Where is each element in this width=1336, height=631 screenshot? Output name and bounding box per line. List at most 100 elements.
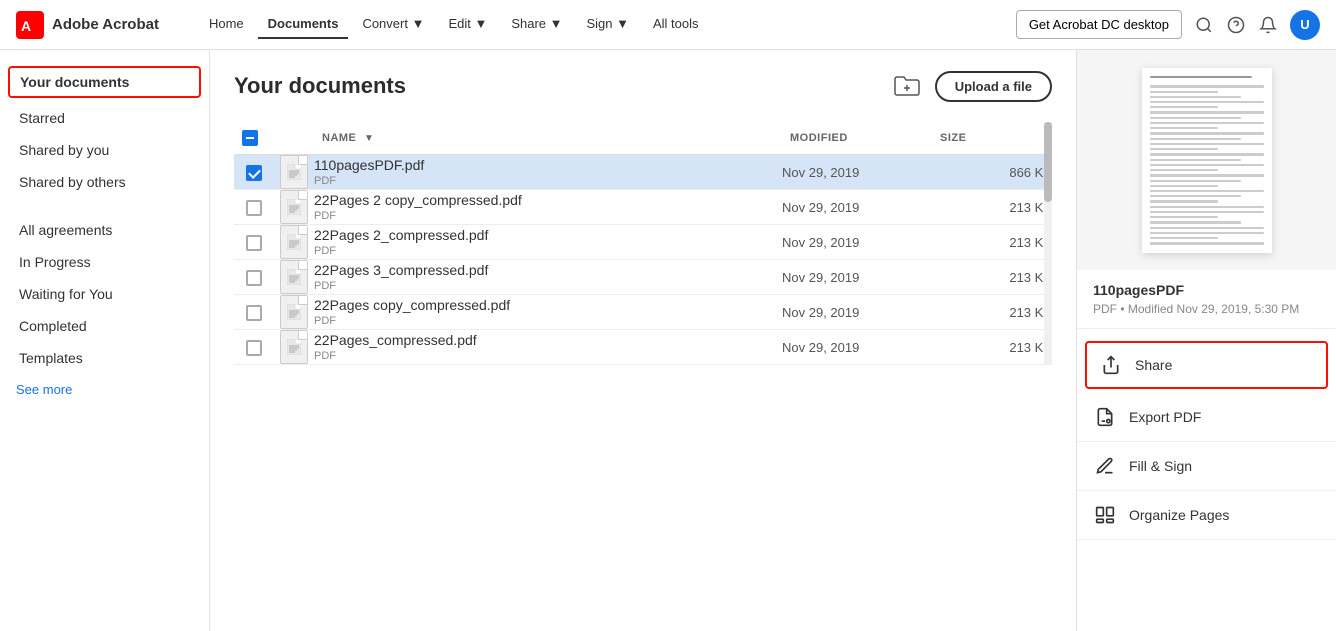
nav-all-tools[interactable]: All tools — [643, 10, 709, 39]
file-size-4: 213 KB — [932, 295, 1052, 330]
file-icon-1 — [280, 190, 308, 224]
file-modified-3: Nov 29, 2019 — [782, 260, 932, 295]
sidebar-item-in-progress[interactable]: In Progress — [0, 246, 209, 278]
sidebar-item-waiting-for-you[interactable]: Waiting for You — [0, 278, 209, 310]
panel-action-share[interactable]: Share — [1085, 341, 1328, 389]
document-table-container: NAME ▼ MODIFIED SIZE — [234, 122, 1052, 365]
row-checkbox-2[interactable] — [246, 235, 262, 251]
sidebar: Your documents Starred Shared by you Sha… — [0, 50, 210, 631]
nav-home[interactable]: Home — [199, 10, 254, 39]
select-all-header[interactable] — [234, 122, 274, 155]
file-type-3: PDF — [314, 280, 782, 292]
file-modified-0: Nov 29, 2019 — [782, 155, 932, 190]
column-modified-header[interactable]: MODIFIED — [782, 122, 932, 155]
table-row[interactable]: 22Pages 2 copy_compressed.pdf PDF Nov 29… — [234, 190, 1052, 225]
file-info: 110pagesPDF PDF • Modified Nov 29, 2019,… — [1077, 270, 1336, 329]
user-avatar[interactable]: U — [1290, 10, 1320, 40]
file-modified-5: Nov 29, 2019 — [782, 330, 932, 365]
file-icon-4 — [280, 295, 308, 329]
file-name-5: 22Pages_compressed.pdf — [314, 332, 782, 348]
file-modified-4: Nov 29, 2019 — [782, 295, 932, 330]
table-row[interactable]: 22Pages 3_compressed.pdf PDF Nov 29, 201… — [234, 260, 1052, 295]
right-panel: 110pagesPDF PDF • Modified Nov 29, 2019,… — [1076, 50, 1336, 631]
nav-edit[interactable]: Edit ▼ — [438, 10, 497, 39]
sidebar-item-completed[interactable]: Completed — [0, 310, 209, 342]
sidebar-item-your-documents[interactable]: Your documents — [8, 66, 201, 98]
nav-right: Get Acrobat DC desktop U — [1016, 10, 1320, 40]
fill-sign-icon — [1093, 454, 1117, 478]
content-header: Your documents Upload a file — [234, 70, 1052, 102]
file-name-4: 22Pages copy_compressed.pdf — [314, 297, 782, 313]
file-size-2: 213 KB — [932, 225, 1052, 260]
file-modified-1: Nov 29, 2019 — [782, 190, 932, 225]
main-nav: Home Documents Convert ▼ Edit ▼ Share ▼ … — [199, 10, 992, 39]
file-icon-5 — [280, 330, 308, 364]
selected-file-name: 110pagesPDF — [1093, 282, 1320, 298]
page-title: Your documents — [234, 73, 406, 99]
row-checkbox-1[interactable] — [246, 200, 262, 216]
row-checkbox-0[interactable] — [246, 165, 262, 181]
bell-icon[interactable] — [1258, 15, 1278, 35]
content-area: Your documents Upload a file — [210, 50, 1076, 631]
panel-action-fill-sign[interactable]: Fill & Sign — [1077, 442, 1336, 491]
sidebar-item-starred[interactable]: Starred — [0, 102, 209, 134]
header-actions: Upload a file — [891, 70, 1052, 102]
logo-area[interactable]: A Adobe Acrobat — [16, 11, 159, 39]
upload-file-button[interactable]: Upload a file — [935, 71, 1052, 102]
sidebar-see-more[interactable]: See more — [0, 374, 209, 405]
select-all-checkbox[interactable] — [242, 130, 258, 146]
logo-text: Adobe Acrobat — [52, 16, 159, 33]
row-checkbox-3[interactable] — [246, 270, 262, 286]
nav-sign[interactable]: Sign ▼ — [577, 10, 640, 39]
file-preview-area — [1077, 50, 1336, 270]
column-size-header[interactable]: SIZE — [932, 122, 1052, 155]
file-type-4: PDF — [314, 315, 782, 327]
selected-file-meta: PDF • Modified Nov 29, 2019, 5:30 PM — [1093, 302, 1320, 316]
organize-pages-icon — [1093, 503, 1117, 527]
file-size-0: 866 KB — [932, 155, 1052, 190]
file-size-1: 213 KB — [932, 190, 1052, 225]
panel-actions: Share Export PDF — [1077, 329, 1336, 548]
nav-convert[interactable]: Convert ▼ — [352, 10, 434, 39]
table-row[interactable]: 22Pages_compressed.pdf PDF Nov 29, 2019 … — [234, 330, 1052, 365]
row-checkbox-5[interactable] — [246, 340, 262, 356]
svg-text:A: A — [21, 18, 31, 34]
panel-action-export-pdf[interactable]: Export PDF — [1077, 393, 1336, 442]
share-icon — [1099, 353, 1123, 377]
table-row[interactable]: 22Pages 2_compressed.pdf PDF Nov 29, 201… — [234, 225, 1052, 260]
table-row[interactable]: 22Pages copy_compressed.pdf PDF Nov 29, … — [234, 295, 1052, 330]
nav-documents[interactable]: Documents — [258, 10, 349, 39]
scrollbar-track[interactable] — [1044, 122, 1052, 365]
file-size-3: 213 KB — [932, 260, 1052, 295]
organize-pages-label: Organize Pages — [1129, 507, 1229, 523]
file-name-3: 22Pages 3_compressed.pdf — [314, 262, 782, 278]
get-acrobat-button[interactable]: Get Acrobat DC desktop — [1016, 10, 1182, 39]
table-row[interactable]: 110pagesPDF.pdf PDF Nov 29, 2019 866 KB — [234, 155, 1052, 190]
export-pdf-label: Export PDF — [1129, 409, 1201, 425]
file-icon-3 — [280, 260, 308, 294]
file-type-0: PDF — [314, 175, 782, 187]
file-type-1: PDF — [314, 210, 782, 222]
file-type-5: PDF — [314, 350, 782, 362]
file-preview-doc — [1142, 68, 1272, 253]
help-icon[interactable] — [1226, 15, 1246, 35]
top-nav: A Adobe Acrobat Home Documents Convert ▼… — [0, 0, 1336, 50]
row-checkbox-4[interactable] — [246, 305, 262, 321]
main-layout: Your documents Starred Shared by you Sha… — [0, 50, 1336, 631]
file-name-0: 110pagesPDF.pdf — [314, 157, 782, 173]
sidebar-item-shared-by-you[interactable]: Shared by you — [0, 134, 209, 166]
sidebar-item-templates[interactable]: Templates — [0, 342, 209, 374]
acrobat-logo-icon: A — [16, 11, 44, 39]
column-name-header[interactable]: NAME ▼ — [314, 122, 782, 155]
panel-action-organize-pages[interactable]: Organize Pages — [1077, 491, 1336, 540]
search-icon[interactable] — [1194, 15, 1214, 35]
scrollbar-thumb[interactable] — [1044, 122, 1052, 202]
file-type-2: PDF — [314, 245, 782, 257]
fill-sign-label: Fill & Sign — [1129, 458, 1192, 474]
file-modified-2: Nov 29, 2019 — [782, 225, 932, 260]
sidebar-item-shared-by-others[interactable]: Shared by others — [0, 166, 209, 198]
file-size-5: 213 KB — [932, 330, 1052, 365]
nav-share[interactable]: Share ▼ — [501, 10, 572, 39]
sidebar-item-all-agreements[interactable]: All agreements — [0, 214, 209, 246]
folder-icon[interactable] — [891, 70, 923, 102]
